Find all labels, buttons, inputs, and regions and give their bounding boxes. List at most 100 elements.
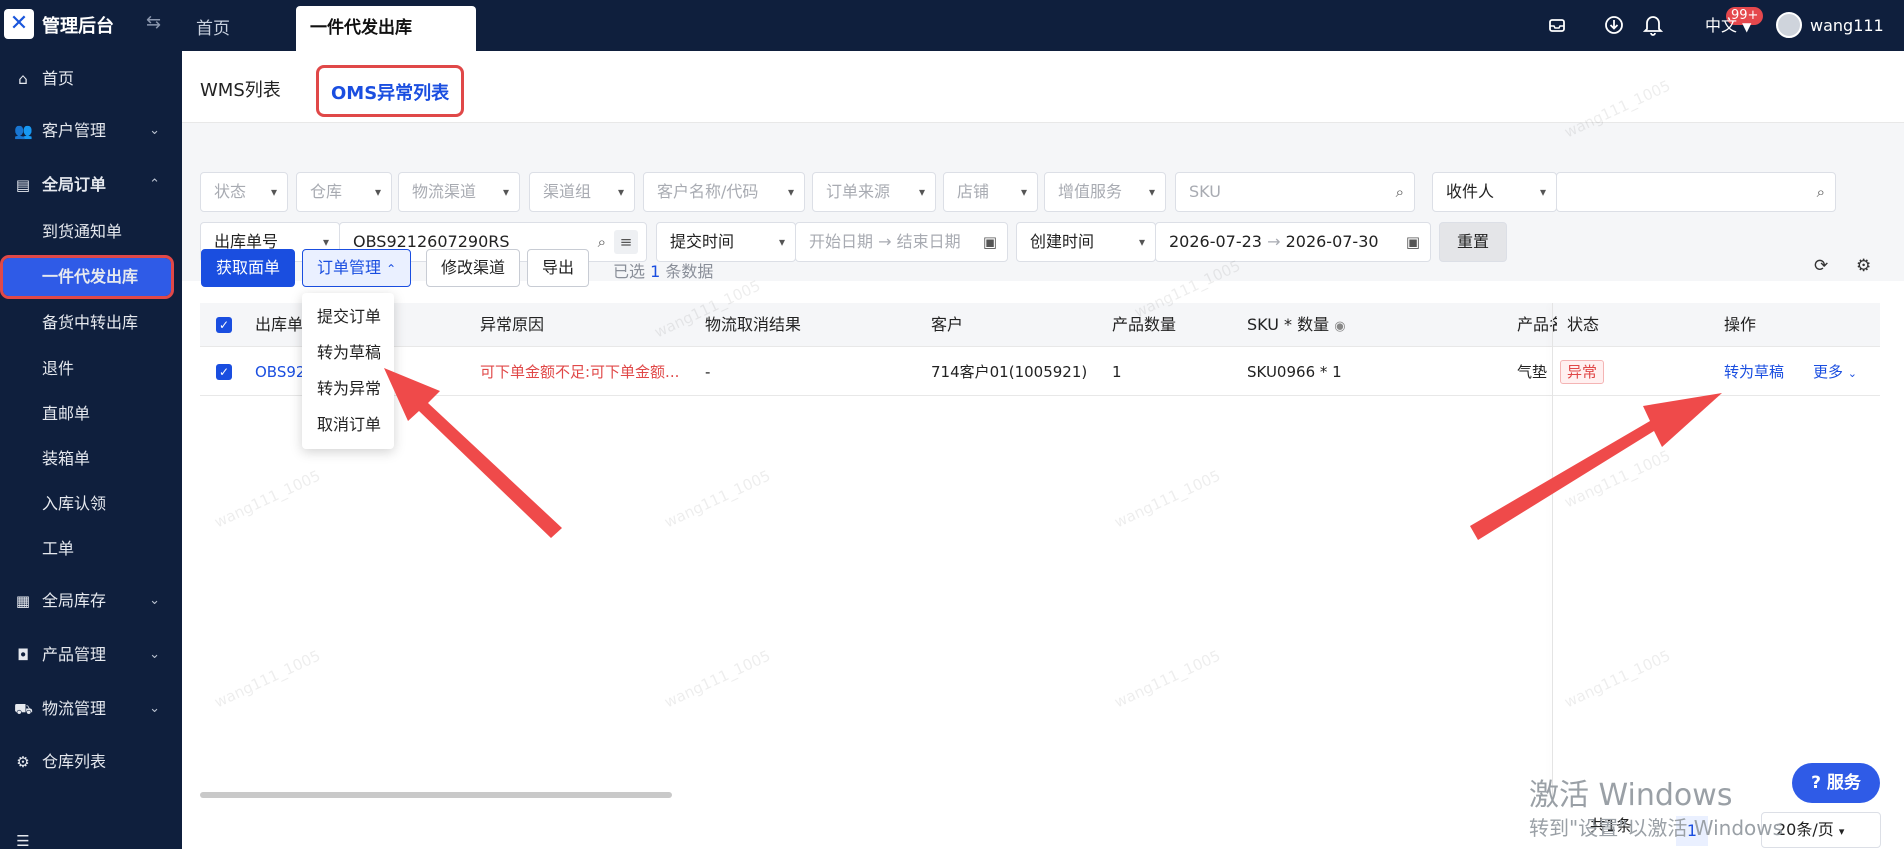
create-date-range[interactable]: 2026-07-23 → 2026-07-30 ▣ xyxy=(1155,222,1431,262)
input-placeholder: SKU xyxy=(1189,182,1221,201)
menu-item-submit-order[interactable]: 提交订单 xyxy=(317,299,381,335)
sidebar: ⌂ 首页 👥 客户管理 ⌄ ▤ 全局订单 ⌃ 到货通知单 一件代发出库 备货中转… xyxy=(0,51,182,849)
menu-toggle[interactable]: ☰ xyxy=(0,821,182,849)
top-bar: ✕ 管理后台 ⇆ 首页 一件代发出库 99+ 中文 ▼ wang111 xyxy=(0,0,1904,51)
arrow-right-icon: → xyxy=(1267,232,1281,251)
sidebar-item-products[interactable]: ◘ 产品管理 ⌄ xyxy=(0,635,182,675)
select-placeholder: 店铺 xyxy=(957,182,990,201)
page-size-value: 20条/页 xyxy=(1776,820,1834,839)
order-no-link[interactable]: OBS92 xyxy=(255,348,305,396)
sidebar-sub-dropship[interactable]: 一件代发出库 xyxy=(0,255,174,299)
horizontal-scrollbar[interactable] xyxy=(200,792,672,798)
refresh-icon[interactable]: ⟳ xyxy=(1814,256,1828,276)
status-badge: 异常 xyxy=(1560,360,1605,384)
download-icon[interactable] xyxy=(1604,0,1624,51)
sidebar-item-customers[interactable]: 👥 客户管理 ⌄ xyxy=(0,111,182,151)
sidebar-sub-direct-mail[interactable]: 直邮单 xyxy=(0,395,182,433)
bell-icon[interactable] xyxy=(1642,0,1664,51)
sidebar-item-inventory[interactable]: ▦ 全局库存 ⌄ xyxy=(0,581,182,621)
reset-button[interactable]: 重置 xyxy=(1439,222,1507,262)
status-select[interactable]: 状态 ▾ xyxy=(200,172,288,212)
column-settings-icon[interactable]: ⚙ xyxy=(1856,256,1871,276)
multi-line-icon[interactable]: ≡ xyxy=(614,230,638,254)
receiver-input[interactable]: ⌕ xyxy=(1556,172,1836,212)
chevron-down-icon: ▾ xyxy=(1020,185,1027,199)
column-exception-reason: 异常原因 xyxy=(480,315,545,334)
sidebar-sub-label: 入库认领 xyxy=(42,494,107,513)
more-actions[interactable]: 更多 ⌄ xyxy=(1813,348,1857,396)
row-checkbox[interactable]: ✓ xyxy=(216,364,232,380)
table-row: ✓ OBS92 可下单金额不足:可下单金额... - 714客户01(10059… xyxy=(200,348,1880,396)
username[interactable]: wang111 xyxy=(1810,0,1884,51)
sidebar-item-warehouses[interactable]: ⚙ 仓库列表 xyxy=(0,742,182,782)
search-icon[interactable]: ⌕ xyxy=(1817,173,1825,211)
channel-group-select[interactable]: 渠道组 ▾ xyxy=(529,172,635,212)
tab-home[interactable]: 首页 xyxy=(182,8,244,51)
menu-item-to-exception[interactable]: 转为异常 xyxy=(317,371,381,407)
receiver-type-select[interactable]: 收件人 ▾ xyxy=(1432,172,1557,212)
export-button[interactable]: 导出 xyxy=(527,249,590,287)
tab-oms-exception-list[interactable]: OMS异常列表 xyxy=(316,65,465,117)
select-placeholder: 物流渠道 xyxy=(412,182,477,201)
column-status: 状态 xyxy=(1567,315,1600,334)
message-icon[interactable] xyxy=(1547,0,1567,51)
language-select[interactable]: 中文 ▼ xyxy=(1705,0,1751,51)
sku-qty: SKU0966 * 1 xyxy=(1247,363,1342,381)
sidebar-sub-packing[interactable]: 装箱单 xyxy=(0,440,182,478)
start-date-placeholder: 开始日期 xyxy=(809,232,874,251)
chevron-down-icon: ▼ xyxy=(1742,20,1752,34)
get-label-button[interactable]: 获取面单 xyxy=(201,249,296,287)
submit-time-select[interactable]: 提交时间 ▾ xyxy=(656,222,796,262)
sidebar-sub-return[interactable]: 退件 xyxy=(0,350,182,388)
sidebar-sub-label: 备货中转出库 xyxy=(42,313,139,332)
submit-date-range[interactable]: 开始日期 → 结束日期 ▣ xyxy=(795,222,1008,262)
selected-suffix: 条数据 xyxy=(665,262,714,281)
select-all-checkbox[interactable]: ✓ xyxy=(216,317,232,333)
chevron-down-icon: ▾ xyxy=(1838,825,1845,838)
search-icon[interactable]: ⌕ xyxy=(1396,173,1404,211)
service-button[interactable]: ? 服务 xyxy=(1792,763,1880,803)
chevron-up-icon: ⌃ xyxy=(386,262,397,276)
order-management-button[interactable]: 订单管理 ⌃ xyxy=(302,249,412,287)
tab-wms-list[interactable]: WMS列表 xyxy=(200,65,281,117)
sidebar-item-orders[interactable]: ▤ 全局订单 ⌃ xyxy=(0,165,182,205)
logistics-channel-select[interactable]: 物流渠道 ▾ xyxy=(398,172,520,212)
cancel-result: - xyxy=(705,363,711,381)
sidebar-sub-transfer[interactable]: 备货中转出库 xyxy=(0,304,182,342)
tab-outbound[interactable]: 一件代发出库 xyxy=(296,6,476,51)
menu-item-cancel-order[interactable]: 取消订单 xyxy=(317,407,381,443)
sku-input[interactable]: SKU ⌕ xyxy=(1175,172,1415,212)
chevron-down-icon: ⌄ xyxy=(149,123,160,138)
menu-item-to-draft[interactable]: 转为草稿 xyxy=(317,335,381,371)
main-panel: WMS列表 OMS异常列表 状态 ▾ 仓库 ▾ 物流渠道 ▾ 渠道组 ▾ 客户名称/代码… xyxy=(182,51,1904,849)
chevron-down-icon: ▾ xyxy=(617,185,624,199)
fixed-column-divider xyxy=(1552,303,1553,798)
select-value: 收件人 xyxy=(1446,182,1495,201)
value-added-select[interactable]: 增值服务 ▾ xyxy=(1044,172,1166,212)
exception-reason: 可下单金额不足:可下单金额... xyxy=(480,363,680,381)
chevron-down-icon: ⌄ xyxy=(1847,367,1858,380)
select-placeholder: 客户名称/代码 xyxy=(657,182,759,201)
collapse-sidebar-icon[interactable]: ⇆ xyxy=(146,12,161,33)
avatar[interactable] xyxy=(1776,12,1802,38)
end-date-value: 2026-07-30 xyxy=(1285,232,1379,251)
order-source-select[interactable]: 订单来源 ▾ xyxy=(812,172,936,212)
to-draft-link[interactable]: 转为草稿 xyxy=(1724,348,1784,396)
modify-channel-button[interactable]: 修改渠道 xyxy=(426,249,521,287)
sidebar-item-logistics[interactable]: ⛟ 物流管理 ⌄ xyxy=(0,689,182,729)
sidebar-sub-ticket[interactable]: 工单 xyxy=(0,530,182,568)
sidebar-item-home[interactable]: ⌂ 首页 xyxy=(0,59,182,99)
create-time-select[interactable]: 创建时间 ▾ xyxy=(1016,222,1156,262)
search-icon[interactable]: ⌕ xyxy=(598,223,606,261)
sidebar-sub-claim[interactable]: 入库认领 xyxy=(0,485,182,523)
select-placeholder: 增值服务 xyxy=(1058,182,1123,201)
sidebar-item-label: 全局订单 xyxy=(42,175,107,194)
column-sku-qty: SKU * 数量 ◉ xyxy=(1247,303,1346,347)
app-logo: ✕ xyxy=(4,9,34,39)
store-select[interactable]: 店铺 ▾ xyxy=(943,172,1038,212)
customer-select[interactable]: 客户名称/代码 ▾ xyxy=(643,172,805,212)
warehouse-select[interactable]: 仓库 ▾ xyxy=(296,172,392,212)
chevron-down-icon: ⌄ xyxy=(149,593,160,608)
sidebar-sub-arrival[interactable]: 到货通知单 xyxy=(0,213,182,251)
column-product-name: 产品名 xyxy=(1517,315,1557,334)
